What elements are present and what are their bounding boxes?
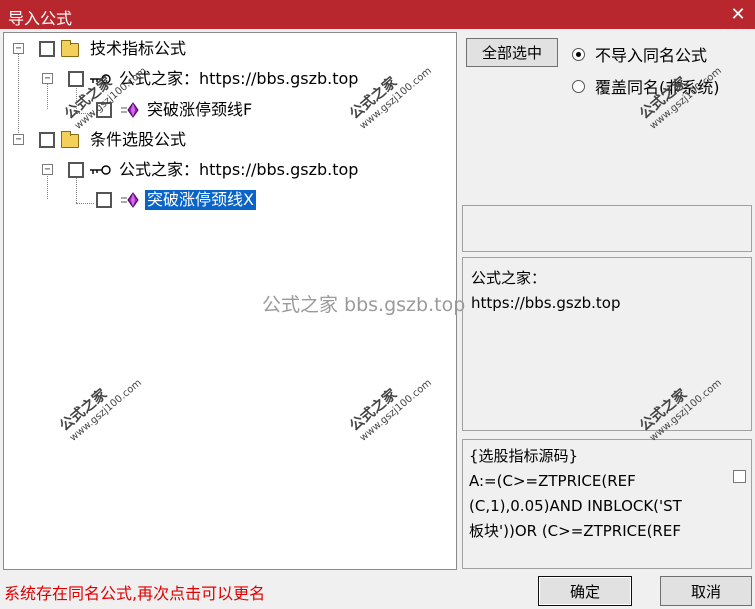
node-label: 公式之家：https://bbs.gszb.top bbox=[119, 160, 359, 179]
node-label: 公式之家：https://bbs.gszb.top bbox=[119, 69, 359, 88]
formula-info-text: 公式之家： https://bbs.gszb.top bbox=[471, 266, 620, 316]
status-message: 系统存在同名公式,再次点击可以更名 bbox=[4, 584, 266, 603]
formula-tree[interactable]: − 技术指标公式 − 公式之家：https://bbs.gszb.top 突破涨… bbox=[3, 32, 457, 570]
node-checkbox[interactable] bbox=[39, 41, 55, 57]
node-label: 条件选股公式 bbox=[90, 130, 187, 149]
node-label: 突破涨停颈线F bbox=[147, 100, 253, 119]
key-icon bbox=[90, 165, 111, 175]
formula-gem-icon bbox=[121, 102, 139, 118]
node-checkbox[interactable] bbox=[39, 132, 55, 148]
formula-info-panel: 公式之家： https://bbs.gszb.top bbox=[462, 257, 752, 431]
tree-node-author-group[interactable]: − 公式之家：https://bbs.gszb.top bbox=[4, 68, 444, 90]
tree-node-formula-x[interactable]: 突破涨停颈线X bbox=[4, 189, 444, 211]
radio-label: 覆盖同名(非系统) bbox=[595, 78, 720, 97]
node-label: 技术指标公式 bbox=[90, 39, 187, 58]
node-checkbox[interactable] bbox=[96, 102, 112, 118]
folder-icon bbox=[61, 40, 79, 57]
title-bar: 导入公式 ✕ bbox=[0, 0, 755, 29]
radio-dot[interactable] bbox=[572, 47, 585, 61]
empty-field bbox=[462, 205, 752, 252]
node-label: 突破涨停颈线X bbox=[145, 190, 256, 210]
tree-line bbox=[18, 53, 19, 141]
source-code-text: {选股指标源码} A:=(C>=ZTPRICE(REF (C,1),0.05)A… bbox=[469, 444, 727, 544]
close-button[interactable]: ✕ bbox=[721, 0, 755, 29]
radio-no-import-same[interactable]: 不导入同名公式 bbox=[572, 42, 707, 66]
tree-node-author-group[interactable]: − 公式之家：https://bbs.gszb.top bbox=[4, 159, 444, 181]
close-icon: ✕ bbox=[730, 4, 746, 25]
info-line: 公式之家： bbox=[471, 269, 547, 287]
cancel-button[interactable]: 取消 bbox=[660, 576, 752, 606]
node-checkbox[interactable] bbox=[68, 162, 84, 178]
radio-label: 不导入同名公式 bbox=[595, 46, 708, 65]
collapse-toggle[interactable]: − bbox=[42, 164, 53, 175]
folder-icon bbox=[61, 131, 79, 148]
radio-overwrite-same[interactable]: 覆盖同名(非系统) bbox=[572, 74, 720, 98]
window-title: 导入公式 bbox=[8, 9, 73, 28]
formula-gem-icon bbox=[121, 192, 139, 208]
key-icon bbox=[90, 74, 111, 84]
ok-button[interactable]: 确定 bbox=[538, 576, 632, 606]
collapse-toggle[interactable]: − bbox=[13, 43, 24, 54]
source-line: A:=(C>=ZTPRICE(REF bbox=[469, 472, 636, 490]
source-code-panel[interactable]: {选股指标源码} A:=(C>=ZTPRICE(REF (C,1),0.05)A… bbox=[462, 439, 752, 569]
source-line: (C,1),0.05)AND INBLOCK('ST bbox=[469, 497, 682, 515]
collapse-toggle[interactable]: − bbox=[13, 134, 24, 145]
node-checkbox[interactable] bbox=[68, 71, 84, 87]
tree-node-tech-indicators[interactable]: − 技术指标公式 bbox=[4, 38, 444, 60]
source-checkbox[interactable] bbox=[733, 470, 746, 483]
select-all-button[interactable]: 全部选中 bbox=[466, 38, 558, 67]
collapse-toggle[interactable]: − bbox=[42, 73, 53, 84]
radio-dot[interactable] bbox=[572, 79, 585, 93]
node-checkbox[interactable] bbox=[96, 192, 112, 208]
info-line: https://bbs.gszb.top bbox=[471, 294, 621, 312]
source-line: 板块'))OR (C>=ZTPRICE(REF bbox=[469, 522, 681, 540]
tree-node-formula-f[interactable]: 突破涨停颈线F bbox=[4, 99, 444, 121]
tree-node-stock-selection[interactable]: − 条件选股公式 bbox=[4, 129, 444, 151]
source-line: {选股指标源码} bbox=[469, 447, 579, 465]
